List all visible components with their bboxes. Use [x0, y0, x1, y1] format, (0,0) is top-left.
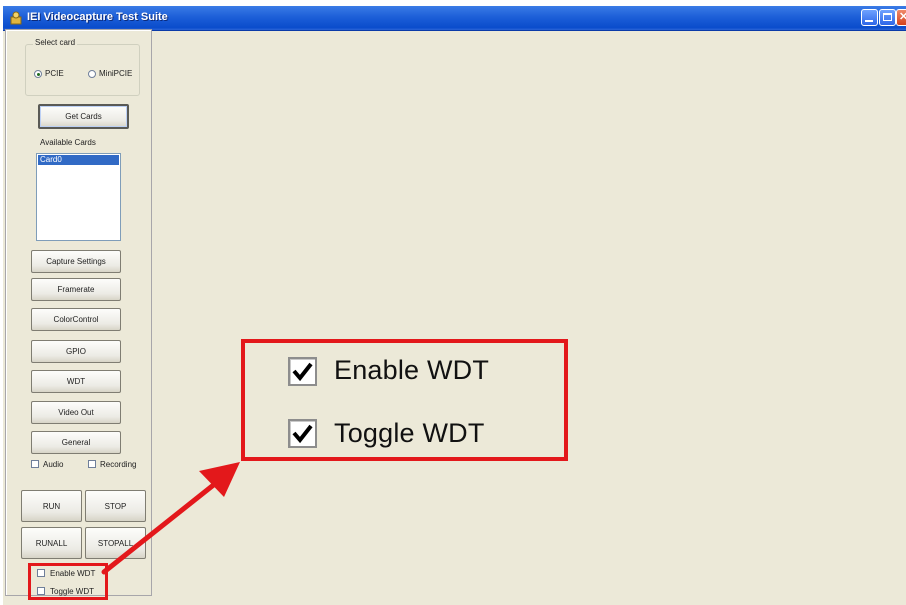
wdt-highlight-box: [28, 563, 108, 600]
window-title: IEI Videocapture Test Suite: [27, 11, 168, 23]
zoom-toggle-wdt-checkbox: [288, 419, 317, 448]
framerate-button[interactable]: Framerate: [31, 278, 121, 301]
list-item[interactable]: Card0: [38, 155, 119, 165]
minimize-icon: [865, 20, 873, 22]
audio-checkbox-label: Audio: [43, 460, 64, 469]
zoom-toggle-wdt-label: Toggle WDT: [334, 418, 485, 448]
recording-checkbox-label: Recording: [100, 460, 137, 469]
runall-button[interactable]: RUNALL: [21, 527, 82, 559]
run-button[interactable]: RUN: [21, 490, 82, 522]
minipcie-radio-label: MiniPCIE: [99, 69, 133, 78]
gpio-button[interactable]: GPIO: [31, 340, 121, 363]
available-cards-label: Available Cards: [40, 138, 96, 147]
capture-settings-button[interactable]: Capture Settings: [31, 250, 121, 273]
minimize-button[interactable]: [861, 9, 878, 26]
maximize-icon: [883, 13, 892, 21]
checkmark-icon: [292, 362, 313, 382]
color-control-button[interactable]: ColorControl: [31, 308, 121, 331]
zoom-enable-wdt-label: Enable WDT: [334, 355, 490, 385]
general-button[interactable]: General: [31, 431, 121, 454]
pcie-radio[interactable]: [34, 70, 42, 78]
video-out-button[interactable]: Video Out: [31, 401, 121, 424]
close-button[interactable]: ✕: [896, 9, 906, 26]
stop-button[interactable]: STOP: [85, 490, 146, 522]
available-cards-list[interactable]: Card0: [36, 153, 121, 241]
pcie-radio-label: PCIE: [45, 69, 64, 78]
maximize-button[interactable]: [879, 9, 896, 26]
select-card-label: Select card: [33, 38, 78, 47]
stopall-button[interactable]: STOPALL: [85, 527, 146, 559]
wdt-button[interactable]: WDT: [31, 370, 121, 393]
zoom-enable-wdt-checkbox: [288, 357, 317, 386]
close-icon: ✕: [899, 11, 906, 23]
audio-checkbox[interactable]: [31, 460, 39, 468]
title-bar[interactable]: IEI Videocapture Test Suite ✕: [3, 6, 906, 31]
minipcie-radio[interactable]: [88, 70, 96, 78]
app-icon: [10, 11, 22, 25]
recording-checkbox[interactable]: [88, 460, 96, 468]
get-cards-button[interactable]: Get Cards: [38, 104, 129, 129]
checkmark-icon: [292, 424, 313, 444]
